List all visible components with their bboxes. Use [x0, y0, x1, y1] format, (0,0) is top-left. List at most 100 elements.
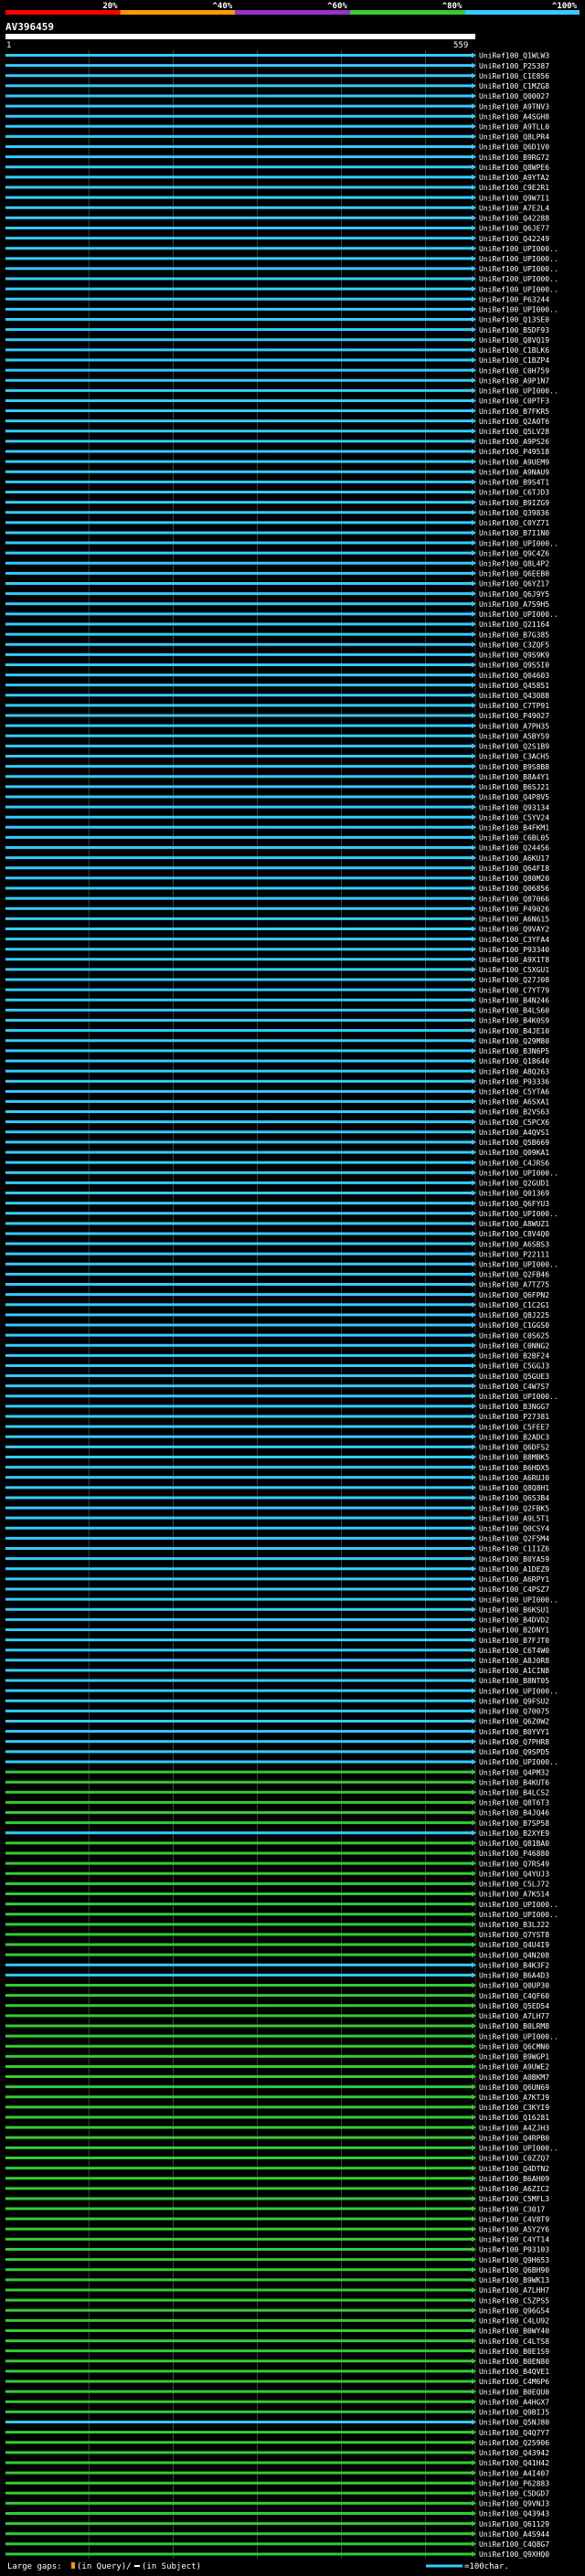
hit-label[interactable]: UniRef100_C1BLK6	[479, 346, 549, 355]
hit-label[interactable]: UniRef100_P49518	[479, 448, 549, 456]
hit-label[interactable]: UniRef100_C4Q8G7	[479, 2540, 549, 2549]
hit-label[interactable]: UniRef100_Q61129	[479, 2520, 549, 2528]
hit-label[interactable]: UniRef100_B8NT05	[479, 1677, 549, 1685]
hit-label[interactable]: UniRef100_P27381	[479, 1413, 549, 1421]
hit-label[interactable]: UniRef100_UPI000..	[479, 265, 558, 273]
hit-label[interactable]: UniRef100_A6ZIC2	[479, 2185, 549, 2193]
hit-label[interactable]: UniRef100_Q00027	[479, 92, 549, 101]
hit-label[interactable]: UniRef100_C6TJD3	[479, 489, 549, 497]
hit-label[interactable]: UniRef100_C5DGD7	[479, 2490, 549, 2498]
hit-label[interactable]: UniRef100_Q6UN69	[479, 2083, 549, 2092]
hit-label[interactable]: UniRef100_C4LTS8	[479, 2337, 549, 2346]
hit-label[interactable]: UniRef100_B8MBK5	[479, 1454, 549, 1462]
hit-label[interactable]: UniRef100_Q43088	[479, 692, 549, 700]
hit-label[interactable]: UniRef100_B7FJT0	[479, 1637, 549, 1645]
hit-label[interactable]: UniRef100_Q9W7I1	[479, 194, 549, 202]
hit-label[interactable]: UniRef100_A4I407	[479, 2469, 549, 2477]
hit-label[interactable]: UniRef100_A9PS26	[479, 438, 549, 446]
hit-label[interactable]: UniRef100_C1MZG8	[479, 82, 549, 90]
hit-label[interactable]: UniRef100_P49027	[479, 712, 549, 720]
hit-label[interactable]: UniRef100_Q01369	[479, 1190, 549, 1198]
hit-label[interactable]: UniRef100_A4HGX7	[479, 2398, 549, 2406]
hit-label[interactable]: UniRef100_B3LJ22	[479, 1921, 549, 1929]
hit-label[interactable]: UniRef100_Q6FPN2	[479, 1291, 549, 1299]
hit-label[interactable]: UniRef100_B3N6P5	[479, 1047, 549, 1055]
hit-label[interactable]: UniRef100_Q4YUJ3	[479, 1870, 549, 1878]
hit-label[interactable]: UniRef100_B0YVY1	[479, 1728, 549, 1736]
hit-label[interactable]: UniRef100_B9WGP1	[479, 2053, 549, 2062]
hit-label[interactable]: UniRef100_Q43943	[479, 2510, 549, 2518]
hit-label[interactable]: UniRef100_UPI000..	[479, 2032, 558, 2041]
hit-label[interactable]: UniRef100_Q04603	[479, 672, 549, 680]
hit-label[interactable]: UniRef100_P63244	[479, 295, 549, 303]
hit-label[interactable]: UniRef100_Q8WPE6	[479, 164, 549, 172]
hit-label[interactable]: UniRef100_A0BKM7	[479, 2073, 549, 2082]
hit-label[interactable]: UniRef100_C1I1Z6	[479, 1545, 549, 1553]
hit-label[interactable]: UniRef100_C5XGU1	[479, 966, 549, 974]
hit-label[interactable]: UniRef100_UPI000..	[479, 1687, 558, 1695]
hit-label[interactable]: UniRef100_Q9BIJ5	[479, 2409, 549, 2417]
hit-label[interactable]: UniRef100_Q6JE77	[479, 225, 549, 233]
hit-label[interactable]: UniRef100_Q1WLW3	[479, 52, 549, 60]
hit-label[interactable]: UniRef100_Q42249	[479, 235, 549, 243]
hit-label[interactable]: UniRef100_A6RUJ0	[479, 1474, 549, 1482]
hit-label[interactable]: UniRef100_C8V4Q0	[479, 1230, 549, 1238]
hit-label[interactable]: UniRef100_Q4Q7Y7	[479, 2429, 549, 2437]
hit-label[interactable]: UniRef100_A7S9H5	[479, 600, 549, 609]
hit-label[interactable]: UniRef100_C5MFL3	[479, 2195, 549, 2203]
hit-label[interactable]: UniRef100_C5GGJ3	[479, 1362, 549, 1371]
hit-label[interactable]: UniRef100_B4KUT6	[479, 1778, 549, 1786]
hit-label[interactable]: UniRef100_A9NAU9	[479, 468, 549, 476]
hit-label[interactable]: UniRef100_Q5B669	[479, 1139, 549, 1147]
hit-label[interactable]: UniRef100_B0WY40	[479, 2327, 549, 2336]
hit-label[interactable]: UniRef100_Q06856	[479, 885, 549, 893]
hit-label[interactable]: UniRef100_B9RG72	[479, 154, 549, 162]
hit-label[interactable]: UniRef100_C1C2G1	[479, 1301, 549, 1309]
hit-label[interactable]: UniRef100_Q2A0T6	[479, 418, 549, 426]
hit-label[interactable]: UniRef100_C0PTF3	[479, 398, 549, 406]
hit-label[interactable]: UniRef100_B2VS63	[479, 1108, 549, 1117]
hit-label[interactable]: UniRef100_C5FEE7	[479, 1423, 549, 1431]
hit-label[interactable]: UniRef100_B4JQ46	[479, 1809, 549, 1818]
hit-label[interactable]: UniRef100_Q6BH90	[479, 2266, 549, 2274]
hit-label[interactable]: UniRef100_C4JRS6	[479, 1159, 549, 1167]
hit-label[interactable]: UniRef100_Q0UP30	[479, 1982, 549, 1990]
hit-label[interactable]: UniRef100_B2XYE9	[479, 1829, 549, 1838]
hit-label[interactable]: UniRef100_B4JE10	[479, 1027, 549, 1035]
hit-label[interactable]: UniRef100_Q9VNJ3	[479, 2500, 549, 2508]
hit-label[interactable]: UniRef100_Q4RPB0	[479, 2134, 549, 2142]
hit-label[interactable]: UniRef100_Q6CMN0	[479, 2042, 549, 2051]
hit-label[interactable]: UniRef100_Q4P8V5	[479, 793, 549, 801]
hit-label[interactable]: UniRef100_A9X1T8	[479, 956, 549, 964]
hit-label[interactable]: UniRef100_Q8Q8H1	[479, 1484, 549, 1492]
hit-label[interactable]: UniRef100_B9S8B8	[479, 763, 549, 771]
hit-label[interactable]: UniRef100_B4K3F2	[479, 1961, 549, 1969]
hit-label[interactable]: UniRef100_Q7RS49	[479, 1860, 549, 1868]
hit-label[interactable]: UniRef100_C4W7S7	[479, 1383, 549, 1391]
hit-label[interactable]: UniRef100_Q9VAY2	[479, 926, 549, 934]
hit-label[interactable]: UniRef100_Q87066	[479, 895, 549, 903]
hit-label[interactable]: UniRef100_C5YTA6	[479, 1088, 549, 1097]
hit-label[interactable]: UniRef100_Q4DTN2	[479, 2165, 549, 2173]
hit-label[interactable]: UniRef100_B0EQU0	[479, 2388, 549, 2396]
hit-label[interactable]: UniRef100_C3017	[479, 2205, 545, 2213]
hit-label[interactable]: UniRef100_B4LS60	[479, 1007, 549, 1015]
hit-label[interactable]: UniRef100_UPI000..	[479, 610, 558, 619]
hit-label[interactable]: UniRef100_Q6FYU3	[479, 1200, 549, 1208]
hit-label[interactable]: UniRef100_C0NNG2	[479, 1341, 549, 1350]
hit-label[interactable]: UniRef100_Q81BA0	[479, 1839, 549, 1848]
hit-label[interactable]: UniRef100_Q8VQ19	[479, 336, 549, 345]
hit-label[interactable]: UniRef100_C0ZZQ7	[479, 2155, 549, 2163]
hit-label[interactable]: UniRef100_B7G385	[479, 631, 549, 639]
hit-label[interactable]: UniRef100_C5ZPS5	[479, 2296, 549, 2305]
hit-label[interactable]: UniRef100_C4V8T9	[479, 2215, 549, 2223]
hit-label[interactable]: UniRef100_B0EN80	[479, 2358, 549, 2366]
hit-label[interactable]: UniRef100_Q4U4I9	[479, 1941, 549, 1949]
hit-label[interactable]: UniRef100_A9YTA2	[479, 174, 549, 182]
hit-label[interactable]: UniRef100_UPI000..	[479, 275, 558, 283]
hit-label[interactable]: UniRef100_B2DNY1	[479, 1627, 549, 1635]
hit-label[interactable]: UniRef100_C4LU92	[479, 2317, 549, 2326]
hit-label[interactable]: UniRef100_A9TNV3	[479, 102, 549, 111]
hit-label[interactable]: UniRef100_A4QVS1	[479, 1129, 549, 1137]
hit-label[interactable]: UniRef100_A4ZJH3	[479, 2124, 549, 2132]
